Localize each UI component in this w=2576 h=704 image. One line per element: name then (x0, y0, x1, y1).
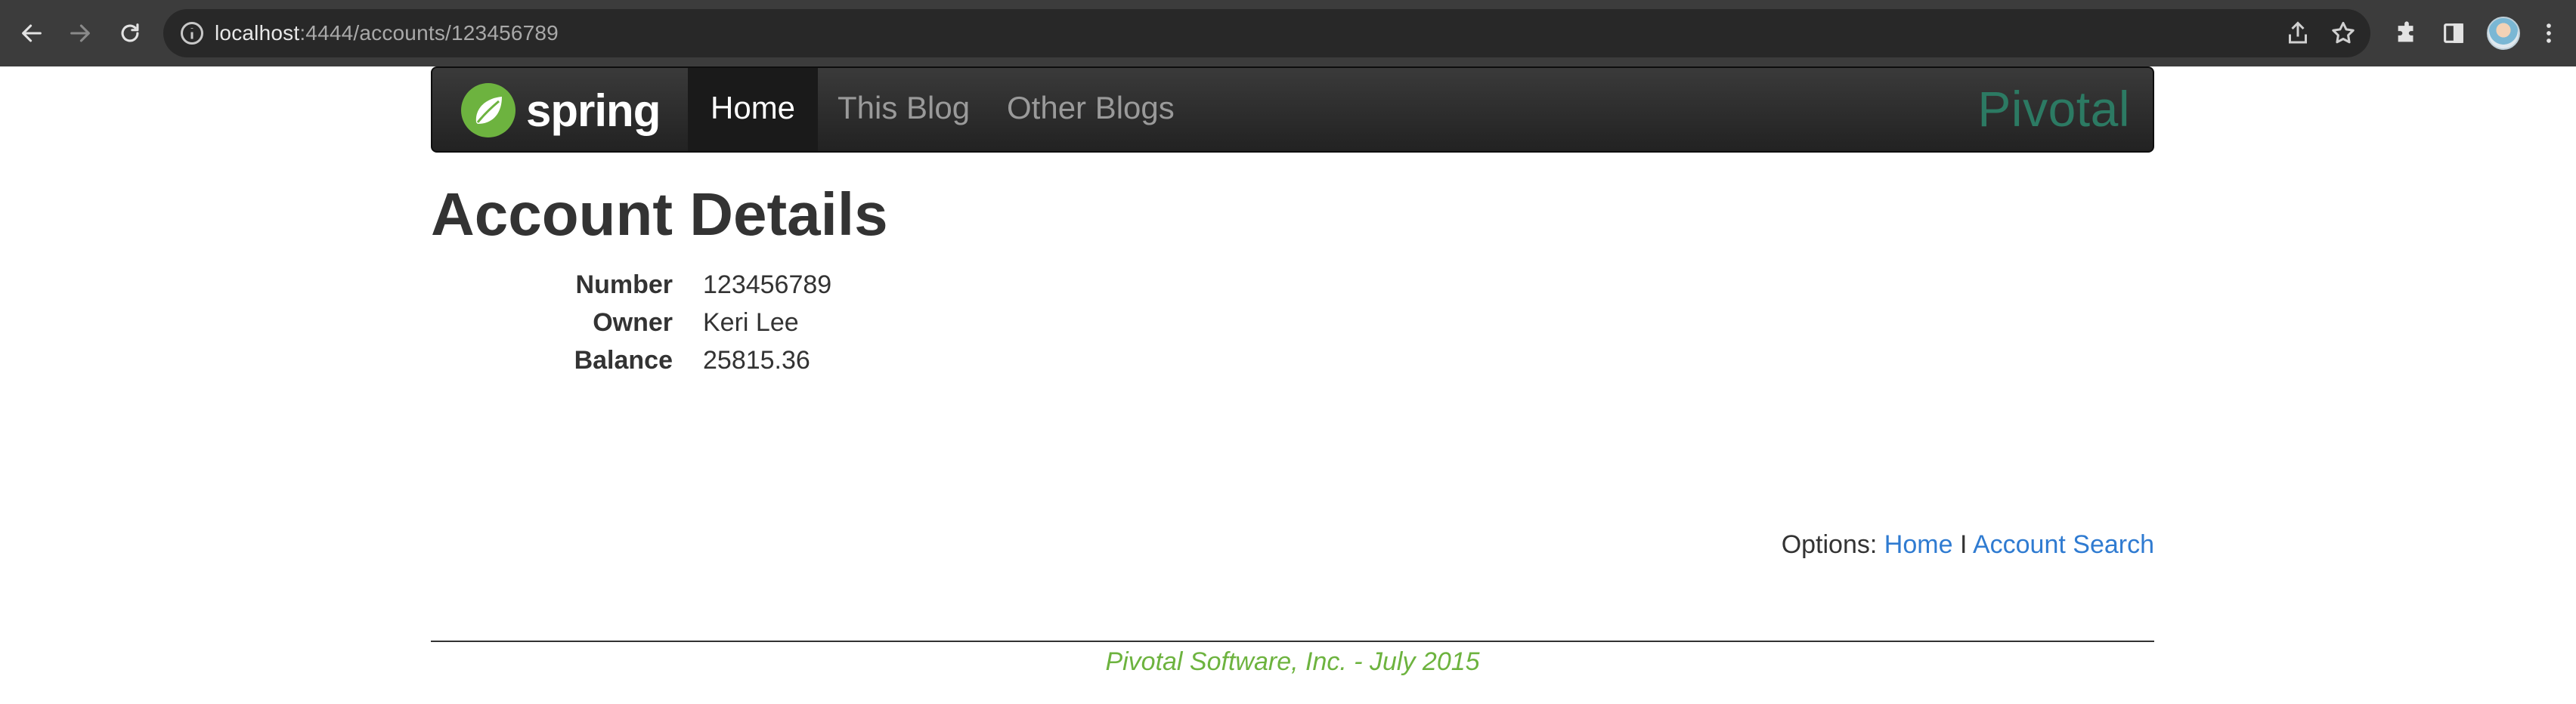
nav-this-blog[interactable]: This Blog (815, 68, 992, 151)
options-prefix: Options: (1781, 530, 1878, 559)
detail-row-number: Number 123456789 (431, 266, 1187, 304)
footer-text: Pivotal Software, Inc. - July 2015 (1105, 647, 1480, 676)
account-details-list: Number 123456789 Owner Keri Lee Balance … (431, 266, 1187, 379)
nav-home[interactable]: Home (688, 68, 819, 151)
site-info-icon[interactable] (178, 20, 206, 47)
back-arrow-icon[interactable] (15, 17, 48, 50)
forward-arrow-icon[interactable] (63, 17, 97, 50)
extensions-puzzle-icon[interactable] (2390, 17, 2423, 50)
detail-value: 123456789 (703, 270, 832, 299)
detail-value: 25815.36 (703, 346, 810, 375)
footer-divider (431, 641, 2154, 642)
spring-leaf-logo-icon (461, 83, 516, 137)
detail-label: Owner (593, 308, 673, 337)
url-host: localhost (215, 21, 300, 45)
share-icon[interactable] (2284, 20, 2311, 47)
url-path: :4444/accounts/123456789 (299, 21, 559, 45)
profile-avatar[interactable] (2487, 17, 2520, 50)
brand-wordmark: spring (526, 85, 661, 136)
detail-row-balance: Balance 25815.36 (431, 341, 1187, 379)
site-navbar: spring Home This Blog Other Blogs Pivota… (431, 66, 2154, 153)
browser-toolbar: localhost:4444/accounts/123456789 (0, 0, 2576, 66)
browser-menu-kebab-icon[interactable] (2532, 17, 2565, 50)
nav-other-blogs[interactable]: Other Blogs (984, 68, 1197, 151)
bookmark-star-icon[interactable] (2330, 20, 2357, 47)
home-link[interactable]: Home (1884, 530, 1953, 559)
pivotal-logo[interactable]: Pivotal (1977, 80, 2130, 137)
account-search-link[interactable]: Account Search (1973, 530, 2154, 559)
detail-value: Keri Lee (703, 308, 799, 337)
address-bar[interactable]: localhost:4444/accounts/123456789 (163, 9, 2370, 57)
options-bar: Options: Home I Account Search (1782, 526, 2154, 564)
reload-icon[interactable] (113, 17, 147, 50)
options-separator: I (1959, 530, 1968, 559)
detail-row-owner: Owner Keri Lee (431, 304, 1187, 341)
side-panel-icon[interactable] (2437, 17, 2470, 50)
page-title: Account Details (431, 181, 888, 248)
detail-label: Balance (574, 346, 673, 375)
detail-label: Number (575, 270, 673, 299)
spring-brand[interactable]: spring (461, 82, 661, 139)
url-text[interactable]: localhost:4444/accounts/123456789 (215, 9, 559, 57)
